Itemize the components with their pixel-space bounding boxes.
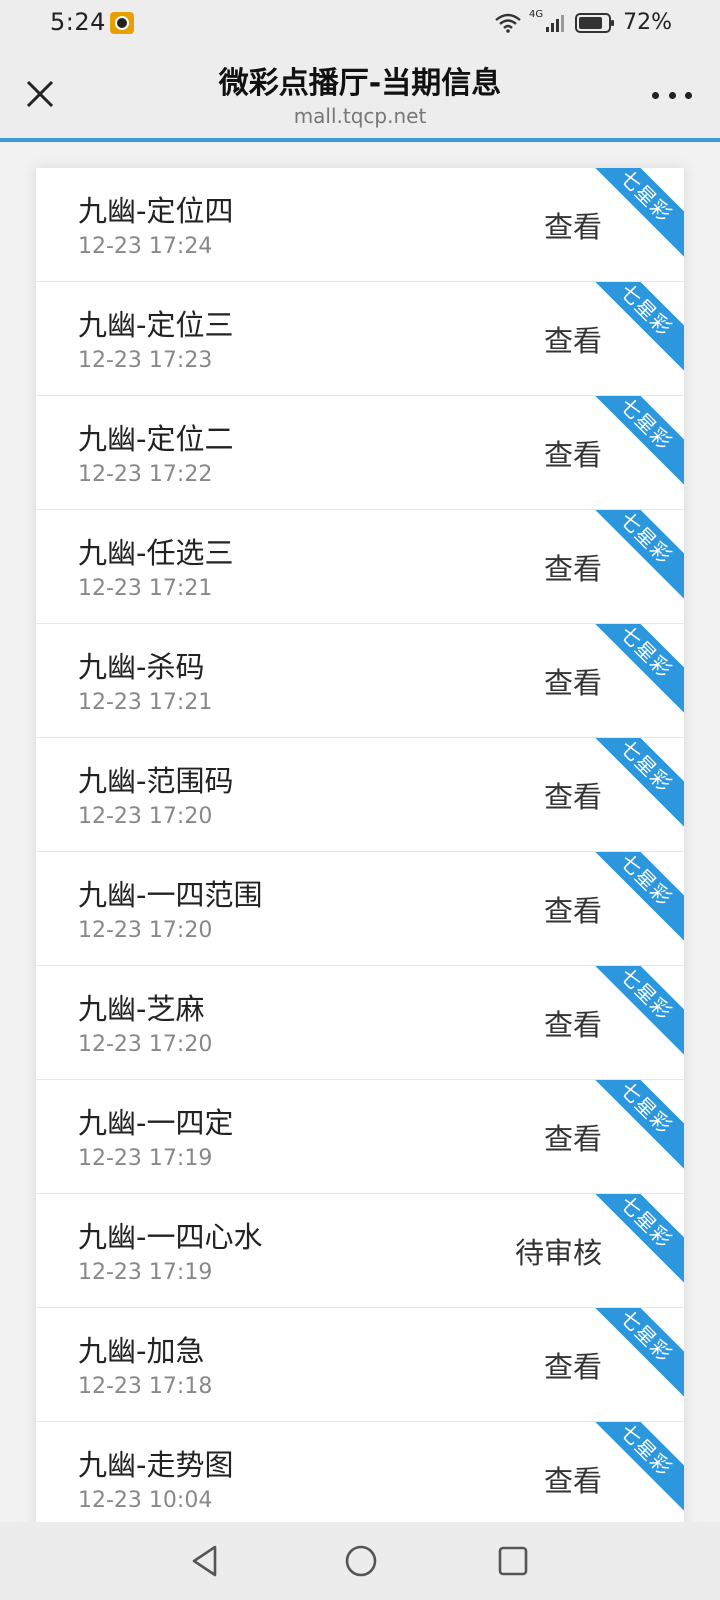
- item-title: 九幽-走势图: [78, 1448, 234, 1482]
- browser-header: 微彩点播厅-当期信息 mall.tqcp.net: [0, 48, 720, 142]
- item-title: 九幽-加急: [78, 1334, 205, 1368]
- item-time: 12-23 10:04: [78, 1488, 213, 1513]
- item-time: 12-23 17:21: [78, 690, 213, 715]
- view-button[interactable]: 查看: [544, 1116, 602, 1158]
- view-button[interactable]: 查看: [544, 546, 602, 588]
- pending-review-status[interactable]: 待审核: [515, 1230, 602, 1272]
- recent-apps-icon[interactable]: [498, 1546, 528, 1576]
- item-time: 12-23 17:21: [78, 576, 213, 601]
- list-item[interactable]: 九幽-定位二 12-23 17:22 查看 七星彩: [36, 396, 684, 510]
- item-time: 12-23 17:23: [78, 348, 213, 373]
- status-indicators: 4G 72%: [495, 9, 672, 35]
- item-title: 九幽-一四心水: [78, 1220, 263, 1254]
- item-title: 九幽-定位二: [78, 422, 234, 456]
- item-title: 九幽-定位三: [78, 308, 234, 342]
- list-item[interactable]: 九幽-定位四 12-23 17:24 查看 七星彩: [36, 168, 684, 282]
- app-notification-icon: [110, 12, 134, 34]
- item-title: 九幽-一四范围: [78, 878, 263, 912]
- page-url: mall.tqcp.net: [293, 104, 427, 128]
- view-button[interactable]: 查看: [544, 1002, 602, 1044]
- list-item[interactable]: 九幽-加急 12-23 17:18 查看 七星彩: [36, 1308, 684, 1422]
- more-options-icon[interactable]: [652, 88, 692, 102]
- item-time: 12-23 17:19: [78, 1260, 213, 1285]
- home-icon[interactable]: [344, 1544, 378, 1578]
- item-title: 九幽-任选三: [78, 536, 234, 570]
- item-title: 九幽-定位四: [78, 194, 234, 228]
- list-item[interactable]: 九幽-任选三 12-23 17:21 查看 七星彩: [36, 510, 684, 624]
- item-time: 12-23 17:20: [78, 918, 213, 943]
- battery-icon: [575, 12, 615, 33]
- item-title: 九幽-一四定: [78, 1106, 234, 1140]
- list-item[interactable]: 九幽-走势图 12-23 10:04 查看 七星彩: [36, 1422, 684, 1536]
- view-button[interactable]: 查看: [544, 1344, 602, 1386]
- list-item[interactable]: 九幽-定位三 12-23 17:23 查看 七星彩: [36, 282, 684, 396]
- list-item[interactable]: 九幽-一四定 12-23 17:19 查看 七星彩: [36, 1080, 684, 1194]
- wifi-icon: [495, 13, 521, 33]
- item-time: 12-23 17:20: [78, 1032, 213, 1057]
- status-bar: 5:24 4G 72%: [0, 0, 720, 48]
- view-button[interactable]: 查看: [544, 204, 602, 246]
- view-button[interactable]: 查看: [544, 432, 602, 474]
- status-time: 5:24: [50, 8, 106, 36]
- item-title: 九幽-杀码: [78, 650, 205, 684]
- item-title: 九幽-芝麻: [78, 992, 205, 1026]
- view-button[interactable]: 查看: [544, 888, 602, 930]
- system-nav-bar: [0, 1522, 720, 1600]
- page-title: 微彩点播厅-当期信息: [218, 66, 502, 101]
- list-item[interactable]: 九幽-杀码 12-23 17:21 查看 七星彩: [36, 624, 684, 738]
- back-icon[interactable]: [188, 1544, 222, 1578]
- view-button[interactable]: 查看: [544, 774, 602, 816]
- item-time: 12-23 17:18: [78, 1374, 213, 1399]
- list-item[interactable]: 九幽-范围码 12-23 17:20 查看 七星彩: [36, 738, 684, 852]
- network-type: 4G: [528, 9, 544, 20]
- item-time: 12-23 17:24: [78, 234, 213, 259]
- view-button[interactable]: 查看: [544, 1458, 602, 1500]
- view-button[interactable]: 查看: [544, 660, 602, 702]
- list-item[interactable]: 九幽-芝麻 12-23 17:20 查看 七星彩: [36, 966, 684, 1080]
- list-item[interactable]: 九幽-一四心水 12-23 17:19 待审核 七星彩: [36, 1194, 684, 1308]
- item-title: 九幽-范围码: [78, 764, 234, 798]
- list-item[interactable]: 九幽-一四范围 12-23 17:20 查看 七星彩: [36, 852, 684, 966]
- signal-icon: [546, 14, 565, 32]
- info-list: 九幽-定位四 12-23 17:24 查看 七星彩 九幽-定位三 12-23 1…: [36, 168, 684, 1536]
- item-time: 12-23 17:22: [78, 462, 213, 487]
- view-button[interactable]: 查看: [544, 318, 602, 360]
- item-time: 12-23 17:19: [78, 1146, 213, 1171]
- item-time: 12-23 17:20: [78, 804, 213, 829]
- battery-percent: 72%: [623, 10, 672, 35]
